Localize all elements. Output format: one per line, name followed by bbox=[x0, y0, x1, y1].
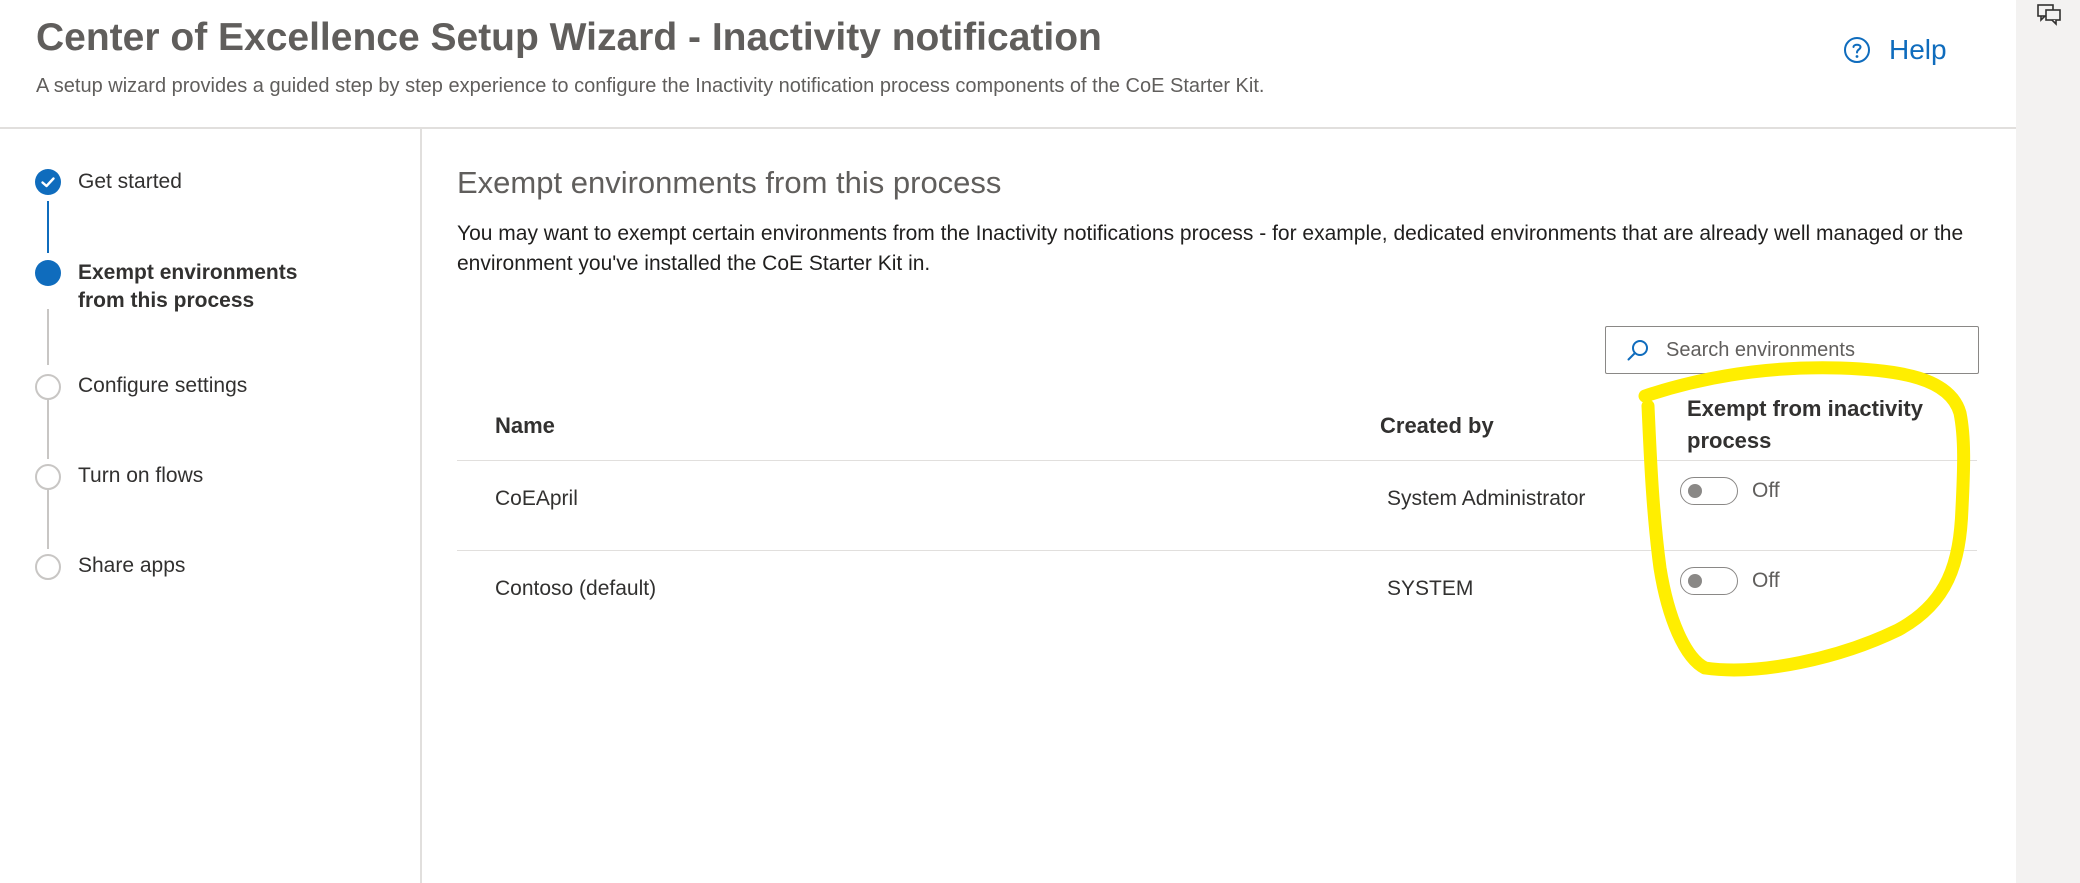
section-title: Exempt environments from this process bbox=[457, 165, 1002, 200]
exempt-toggle[interactable] bbox=[1680, 567, 1738, 595]
help-link[interactable]: Help bbox=[1843, 34, 1947, 66]
table-row[interactable]: CoEApril System Administrator Off bbox=[457, 460, 1977, 550]
created-by: System Administrator bbox=[1387, 487, 1586, 510]
page-subtitle: A setup wizard provides a guided step by… bbox=[36, 75, 1265, 97]
environment-name: Contoso (default) bbox=[495, 577, 657, 600]
environment-name: CoEApril bbox=[495, 487, 578, 510]
column-header-name[interactable]: Name bbox=[495, 413, 555, 439]
step-completed-indicator bbox=[35, 169, 61, 195]
column-header-created-by[interactable]: Created by bbox=[1380, 413, 1494, 439]
step-exempt-environments[interactable]: Exempt environments from this process bbox=[78, 259, 338, 315]
toggle-state-label: Off bbox=[1752, 569, 1780, 592]
section-description: You may want to exempt certain environme… bbox=[457, 222, 1964, 275]
step-turn-on-flows[interactable]: Turn on flows bbox=[78, 464, 203, 488]
help-circle-icon bbox=[1844, 37, 1870, 63]
column-header-exempt[interactable]: Exempt from inactivity process bbox=[1687, 393, 1957, 457]
stepper-connector bbox=[47, 397, 49, 459]
step-current-indicator bbox=[35, 260, 61, 286]
toggle-state-label: Off bbox=[1752, 479, 1780, 502]
search-icon bbox=[1627, 340, 1648, 361]
step-get-started[interactable]: Get started bbox=[78, 170, 182, 194]
header: Center of Excellence Setup Wizard - Inac… bbox=[0, 0, 2016, 129]
stepper-connector bbox=[47, 201, 49, 253]
step-pending-indicator bbox=[35, 464, 61, 490]
created-by: SYSTEM bbox=[1387, 577, 1474, 600]
exempt-toggle[interactable] bbox=[1680, 477, 1738, 505]
step-pending-indicator bbox=[35, 554, 61, 580]
table-row[interactable]: Contoso (default) SYSTEM Off bbox=[457, 550, 1977, 640]
stepper-connector bbox=[47, 309, 49, 365]
step-configure-settings[interactable]: Configure settings bbox=[78, 374, 247, 398]
search-box[interactable] bbox=[1605, 326, 1979, 374]
feedback-icon[interactable] bbox=[2035, 2, 2063, 26]
step-share-apps[interactable]: Share apps bbox=[78, 554, 185, 578]
help-label: Help bbox=[1889, 34, 1947, 65]
stepper-connector bbox=[47, 487, 49, 549]
page-title: Center of Excellence Setup Wizard - Inac… bbox=[36, 16, 1102, 59]
checkmark-icon bbox=[41, 177, 55, 188]
step-pending-indicator bbox=[35, 374, 61, 400]
toggle-knob bbox=[1688, 574, 1702, 588]
wizard-stepper: Get started Exempt environments from thi… bbox=[0, 129, 422, 883]
search-input[interactable] bbox=[1664, 337, 1968, 363]
right-gutter bbox=[2016, 0, 2080, 883]
toggle-knob bbox=[1688, 484, 1702, 498]
